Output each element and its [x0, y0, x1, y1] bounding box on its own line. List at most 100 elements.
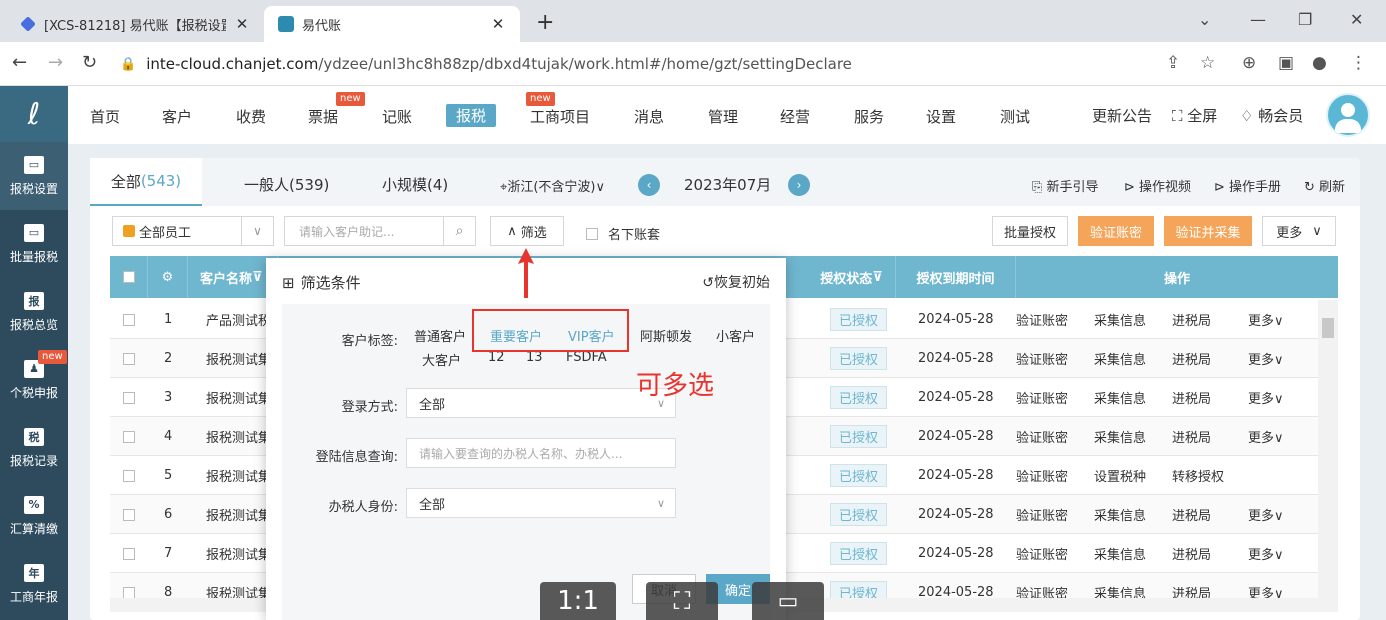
row-op-link[interactable]: 采集信息: [1094, 378, 1146, 417]
tab-general[interactable]: 一般人(539): [244, 174, 329, 195]
sidebar-item-tax-settings[interactable]: ▭ 报税设置: [0, 142, 68, 210]
close-icon[interactable]: ✕: [234, 15, 250, 33]
row-checkbox[interactable]: [123, 378, 135, 417]
next-period-button[interactable]: ›: [788, 174, 810, 196]
row-op-link[interactable]: 设置税种: [1094, 456, 1146, 495]
my-accounts-checkbox[interactable]: 名下账套: [586, 224, 660, 243]
refresh-link[interactable]: ↻ 刷新: [1304, 176, 1345, 195]
row-op-link[interactable]: 采集信息: [1094, 417, 1146, 456]
close-icon[interactable]: ✕: [490, 15, 506, 33]
nav-customers[interactable]: 客户: [162, 106, 192, 127]
app-logo[interactable]: ℓ: [0, 86, 68, 142]
tag-normal[interactable]: 普通客户: [414, 326, 466, 345]
fullscreen-button[interactable]: ⛶ 全屏: [1172, 105, 1217, 126]
avatar[interactable]: [1326, 93, 1370, 137]
forward-arrow-icon[interactable]: →: [48, 52, 63, 73]
row-op-link[interactable]: 验证账密: [1016, 534, 1068, 573]
row-checkbox[interactable]: [123, 300, 135, 339]
url-field[interactable]: 🔒 inte-cloud.chanjet.com/ydzee/unl3hc8h8…: [120, 49, 1230, 79]
row-op-link[interactable]: 验证账密: [1016, 339, 1068, 378]
nav-settings[interactable]: 设置: [926, 106, 956, 127]
col-customer-name[interactable]: 客户名称 ⊽: [188, 256, 278, 298]
sidebar-item-annual-report[interactable]: 年 工商年报: [0, 550, 68, 618]
checkbox[interactable]: [122, 271, 135, 283]
screenshot-icon[interactable]: ▭: [752, 582, 824, 620]
row-op-link[interactable]: 验证账密: [1016, 300, 1068, 339]
nav-invoices[interactable]: 票据 new: [308, 92, 365, 127]
tab-all[interactable]: 全部 (543): [90, 158, 202, 206]
browser-tab-1[interactable]: [XCS-81218] 易代账【报税设置】 ✕: [6, 6, 264, 42]
row-op-link[interactable]: 更多∨: [1248, 378, 1284, 417]
row-op-link[interactable]: 采集信息: [1094, 339, 1146, 378]
row-op-link[interactable]: 验证账密: [1016, 495, 1068, 534]
row-customer-name[interactable]: 报税测试集: [206, 534, 266, 573]
staff-select[interactable]: 全部员工 ∨: [112, 216, 274, 246]
verify-collect-button[interactable]: 验证并采集: [1164, 216, 1252, 246]
row-op-link[interactable]: 转移授权: [1172, 456, 1224, 495]
membership-button[interactable]: ♢ 畅会员: [1240, 105, 1303, 126]
tag-small[interactable]: 小客户: [716, 326, 755, 345]
row-op-link[interactable]: 采集信息: [1094, 495, 1146, 534]
tag-12[interactable]: 12: [488, 350, 505, 365]
sidepanel-icon[interactable]: ▣: [1278, 53, 1294, 73]
row-checkbox[interactable]: [123, 456, 135, 495]
sidebar-item-personal-tax[interactable]: new ♟ 个税申报: [0, 346, 68, 414]
row-checkbox[interactable]: [123, 534, 135, 573]
row-op-link[interactable]: 进税局: [1172, 534, 1211, 573]
row-op-link[interactable]: 采集信息: [1094, 534, 1146, 573]
reset-button[interactable]: ↺恢复初始: [702, 272, 770, 292]
filter-button[interactable]: ∧ 筛选: [490, 216, 564, 246]
row-op-link[interactable]: 更多∨: [1248, 300, 1284, 339]
scrollbar-thumb[interactable]: [1322, 318, 1334, 338]
row-customer-name[interactable]: 报税测试集: [206, 378, 266, 417]
tag-big[interactable]: 大客户: [422, 350, 461, 369]
new-tab-button[interactable]: +: [536, 10, 554, 35]
more-button[interactable]: 更多 ∨: [1262, 216, 1336, 246]
nav-billing[interactable]: 收费: [236, 106, 266, 127]
fit-screen-icon[interactable]: ⛶: [646, 582, 718, 620]
sidebar-item-batch-tax[interactable]: ▭ 批量报税: [0, 210, 68, 278]
row-checkbox[interactable]: [123, 339, 135, 378]
tag-asdf[interactable]: 阿斯顿发: [640, 326, 692, 345]
row-customer-name[interactable]: 报税测试集: [206, 339, 266, 378]
customer-search-input[interactable]: 请输入客户助记... ⌕: [284, 216, 476, 246]
row-customer-name[interactable]: 报税测试集: [206, 495, 266, 534]
beginner-guide-link[interactable]: ⎘ 新手引导: [1032, 176, 1099, 195]
prev-period-button[interactable]: ‹: [638, 174, 660, 196]
nav-business-projects[interactable]: 工商项目 new: [526, 92, 590, 127]
operation-manual-link[interactable]: ⊳ 操作手册: [1214, 176, 1281, 195]
tag-13[interactable]: 13: [526, 350, 543, 365]
download-icon[interactable]: ⊕: [1242, 53, 1256, 73]
row-op-link[interactable]: 更多∨: [1248, 417, 1284, 456]
tag-fsdfa[interactable]: FSDFA: [566, 350, 607, 365]
back-arrow-icon[interactable]: ←: [12, 52, 27, 73]
nav-home[interactable]: 首页: [90, 106, 120, 127]
row-customer-name[interactable]: 报税测试集: [206, 456, 266, 495]
login-query-input[interactable]: 请输入要查询的办税人名称、办税人...: [406, 438, 676, 468]
sidebar-item-settlement[interactable]: % 汇算清缴: [0, 482, 68, 550]
tax-role-select[interactable]: 全部 ∨: [406, 488, 676, 518]
nav-manage[interactable]: 管理: [708, 106, 738, 127]
nav-tax[interactable]: 报税: [446, 104, 497, 127]
col-auth-status[interactable]: 授权状态 ⊽: [808, 256, 896, 298]
nav-bookkeeping[interactable]: 记账: [382, 106, 412, 127]
row-op-link[interactable]: 进税局: [1172, 378, 1211, 417]
restore-icon[interactable]: ❐: [1298, 10, 1312, 29]
operation-video-link[interactable]: ⊳ 操作视频: [1124, 176, 1191, 195]
chevron-down-icon[interactable]: ⌄: [1198, 10, 1211, 29]
row-op-link[interactable]: 进税局: [1172, 339, 1211, 378]
region-select[interactable]: ⌖浙江(不含宁波)∨: [500, 176, 605, 195]
ratio-button[interactable]: 1:1: [540, 582, 616, 620]
menu-icon[interactable]: ⋮: [1350, 53, 1367, 73]
sidebar-item-tax-record[interactable]: 税 报税记录: [0, 414, 68, 482]
row-op-link[interactable]: 验证账密: [1016, 378, 1068, 417]
row-checkbox[interactable]: [123, 417, 135, 456]
row-op-link[interactable]: 更多∨: [1248, 534, 1284, 573]
gear-icon[interactable]: ⚙: [148, 256, 188, 298]
nav-messages[interactable]: 消息: [634, 106, 664, 127]
verify-password-button[interactable]: 验证账密: [1078, 216, 1154, 246]
batch-auth-button[interactable]: 批量授权: [992, 216, 1068, 246]
checkbox[interactable]: [586, 227, 598, 240]
search-icon[interactable]: ⌕: [443, 217, 475, 245]
profile-icon[interactable]: ●: [1312, 53, 1327, 73]
